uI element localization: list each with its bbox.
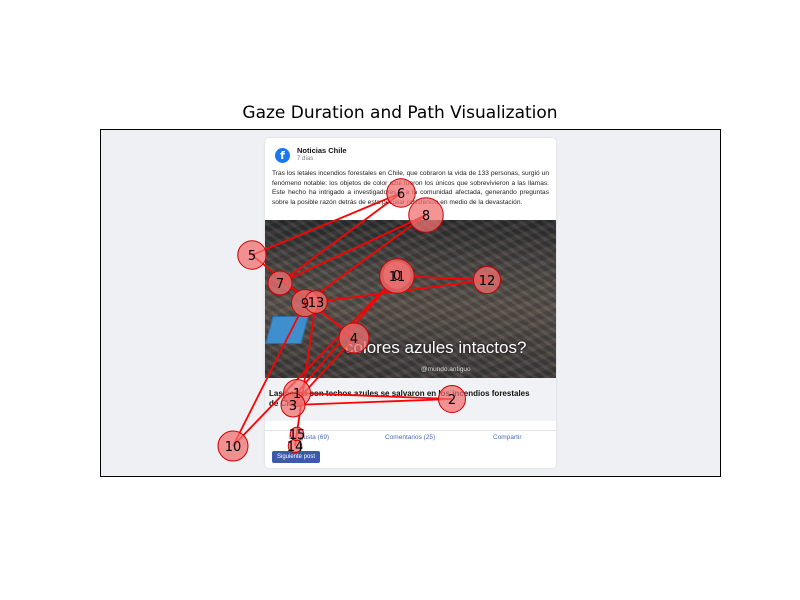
gaze-path-segment — [292, 398, 453, 406]
gaze-path-segment — [251, 192, 402, 256]
fixation-label: 12 — [479, 274, 496, 289]
fixation-label: 11 — [389, 270, 406, 285]
fixation-label: 10 — [225, 440, 242, 455]
fixation-label: 3 — [289, 399, 297, 414]
gaze-path-segment — [232, 302, 306, 447]
fixation-label: 2 — [448, 393, 456, 408]
fixation-label: 5 — [248, 249, 256, 264]
fixation-label: 8 — [422, 209, 430, 224]
gaze-overlay: 01 234567891011 12131415 — [217, 178, 501, 462]
fixation-label: 7 — [276, 277, 284, 292]
fixation-label: 6 — [397, 187, 405, 202]
fixation-label: 15 — [289, 428, 306, 443]
fixation-label: 4 — [350, 332, 358, 347]
gaze-path-segment — [296, 392, 453, 400]
fixation-label: 13 — [308, 296, 325, 311]
